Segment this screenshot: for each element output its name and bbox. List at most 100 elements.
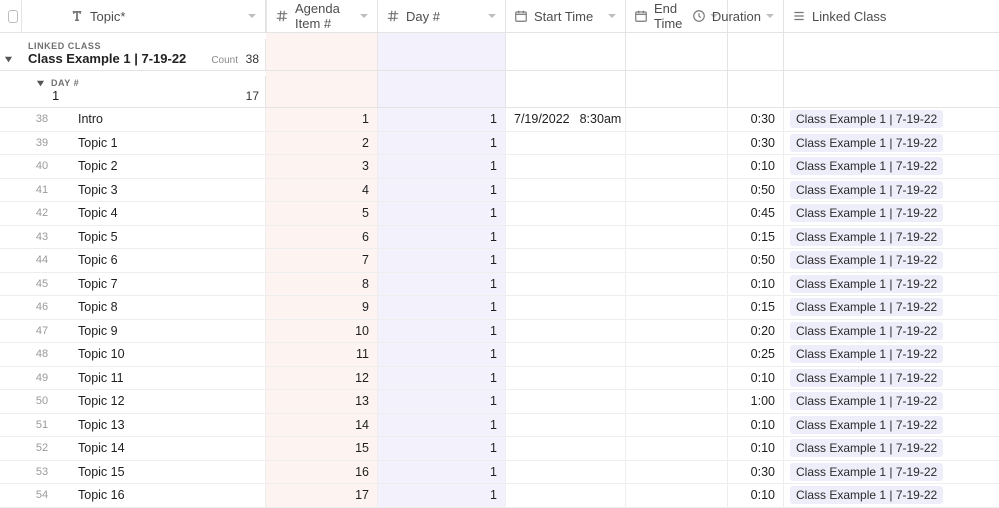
cell-topic[interactable]: Intro <box>62 108 266 131</box>
table-row[interactable]: 38Intro117/19/20228:30am0:30Class Exampl… <box>0 108 999 132</box>
cell-linked-class[interactable]: Class Example 1 | 7-19-22 <box>784 108 997 131</box>
cell-day[interactable]: 1 <box>378 155 506 178</box>
cell-linked-class[interactable]: Class Example 1 | 7-19-22 <box>784 296 997 319</box>
cell-day[interactable]: 1 <box>378 320 506 343</box>
cell-agenda-item[interactable]: 6 <box>266 226 378 249</box>
cell-topic[interactable]: Topic 15 <box>62 461 266 484</box>
cell-start-time[interactable] <box>506 296 626 319</box>
cell-topic[interactable]: Topic 5 <box>62 226 266 249</box>
cell-linked-class[interactable]: Class Example 1 | 7-19-22 <box>784 179 997 202</box>
table-row[interactable]: 50Topic 121311:00Class Example 1 | 7-19-… <box>0 390 999 414</box>
cell-end-time[interactable] <box>626 273 728 296</box>
cell-start-time[interactable] <box>506 179 626 202</box>
cell-agenda-item[interactable]: 17 <box>266 484 378 507</box>
cell-start-time[interactable] <box>506 390 626 413</box>
cell-day[interactable]: 1 <box>378 437 506 460</box>
table-row[interactable]: 45Topic 7810:10Class Example 1 | 7-19-22 <box>0 273 999 297</box>
cell-day[interactable]: 1 <box>378 296 506 319</box>
cell-end-time[interactable] <box>626 320 728 343</box>
cell-start-time[interactable] <box>506 484 626 507</box>
cell-duration[interactable]: 0:10 <box>728 367 784 390</box>
cell-start-time[interactable] <box>506 437 626 460</box>
table-row[interactable]: 52Topic 141510:10Class Example 1 | 7-19-… <box>0 437 999 461</box>
cell-topic[interactable]: Topic 13 <box>62 414 266 437</box>
cell-topic[interactable]: Topic 4 <box>62 202 266 225</box>
cell-linked-class[interactable]: Class Example 1 | 7-19-22 <box>784 484 997 507</box>
cell-end-time[interactable] <box>626 249 728 272</box>
cell-end-time[interactable] <box>626 108 728 131</box>
linked-class-chip[interactable]: Class Example 1 | 7-19-22 <box>790 204 943 222</box>
table-row[interactable]: 54Topic 161710:10Class Example 1 | 7-19-… <box>0 484 999 508</box>
cell-agenda-item[interactable]: 16 <box>266 461 378 484</box>
table-row[interactable]: 48Topic 101110:25Class Example 1 | 7-19-… <box>0 343 999 367</box>
cell-topic[interactable]: Topic 1 <box>62 132 266 155</box>
linked-class-chip[interactable]: Class Example 1 | 7-19-22 <box>790 157 943 175</box>
cell-linked-class[interactable]: Class Example 1 | 7-19-22 <box>784 414 997 437</box>
cell-duration[interactable]: 0:50 <box>728 179 784 202</box>
cell-start-time[interactable] <box>506 226 626 249</box>
linked-class-chip[interactable]: Class Example 1 | 7-19-22 <box>790 228 943 246</box>
cell-topic[interactable]: Topic 14 <box>62 437 266 460</box>
cell-duration[interactable]: 1:00 <box>728 390 784 413</box>
cell-agenda-item[interactable]: 8 <box>266 273 378 296</box>
linked-class-chip[interactable]: Class Example 1 | 7-19-22 <box>790 322 943 340</box>
cell-start-time[interactable] <box>506 249 626 272</box>
cell-duration[interactable]: 0:20 <box>728 320 784 343</box>
cell-linked-class[interactable]: Class Example 1 | 7-19-22 <box>784 390 997 413</box>
linked-class-chip[interactable]: Class Example 1 | 7-19-22 <box>790 298 943 316</box>
cell-linked-class[interactable]: Class Example 1 | 7-19-22 <box>784 226 997 249</box>
cell-duration[interactable]: 0:10 <box>728 484 784 507</box>
cell-agenda-item[interactable]: 9 <box>266 296 378 319</box>
cell-linked-class[interactable]: Class Example 1 | 7-19-22 <box>784 249 997 272</box>
cell-topic[interactable]: Topic 8 <box>62 296 266 319</box>
cell-agenda-item[interactable]: 1 <box>266 108 378 131</box>
cell-agenda-item[interactable]: 10 <box>266 320 378 343</box>
table-row[interactable]: 47Topic 91010:20Class Example 1 | 7-19-2… <box>0 320 999 344</box>
column-header-topic[interactable]: Topic* <box>62 0 266 32</box>
table-row[interactable]: 44Topic 6710:50Class Example 1 | 7-19-22 <box>0 249 999 273</box>
cell-topic[interactable]: Topic 11 <box>62 367 266 390</box>
cell-agenda-item[interactable]: 12 <box>266 367 378 390</box>
linked-class-chip[interactable]: Class Example 1 | 7-19-22 <box>790 345 943 363</box>
cell-linked-class[interactable]: Class Example 1 | 7-19-22 <box>784 132 997 155</box>
cell-day[interactable]: 1 <box>378 249 506 272</box>
linked-class-chip[interactable]: Class Example 1 | 7-19-22 <box>790 486 943 504</box>
column-header-day[interactable]: Day # <box>378 0 506 32</box>
cell-end-time[interactable] <box>626 484 728 507</box>
select-all-checkbox[interactable] <box>0 0 22 32</box>
table-row[interactable]: 46Topic 8910:15Class Example 1 | 7-19-22 <box>0 296 999 320</box>
table-row[interactable]: 51Topic 131410:10Class Example 1 | 7-19-… <box>0 414 999 438</box>
cell-day[interactable]: 1 <box>378 226 506 249</box>
column-header-agenda[interactable]: Agenda Item # <box>266 0 378 32</box>
cell-start-time[interactable] <box>506 202 626 225</box>
cell-day[interactable]: 1 <box>378 202 506 225</box>
cell-linked-class[interactable]: Class Example 1 | 7-19-22 <box>784 320 997 343</box>
column-header-duration[interactable]: Duration <box>728 0 784 32</box>
table-row[interactable]: 42Topic 4510:45Class Example 1 | 7-19-22 <box>0 202 999 226</box>
cell-duration[interactable]: 0:30 <box>728 461 784 484</box>
cell-day[interactable]: 1 <box>378 179 506 202</box>
cell-day[interactable]: 1 <box>378 414 506 437</box>
cell-end-time[interactable] <box>626 296 728 319</box>
cell-topic[interactable]: Topic 3 <box>62 179 266 202</box>
table-row[interactable]: 41Topic 3410:50Class Example 1 | 7-19-22 <box>0 179 999 203</box>
cell-start-time[interactable]: 7/19/20228:30am <box>506 108 626 131</box>
cell-end-time[interactable] <box>626 461 728 484</box>
cell-topic[interactable]: Topic 16 <box>62 484 266 507</box>
cell-agenda-item[interactable]: 2 <box>266 132 378 155</box>
cell-start-time[interactable] <box>506 320 626 343</box>
cell-linked-class[interactable]: Class Example 1 | 7-19-22 <box>784 155 997 178</box>
cell-linked-class[interactable]: Class Example 1 | 7-19-22 <box>784 343 997 366</box>
linked-class-chip[interactable]: Class Example 1 | 7-19-22 <box>790 439 943 457</box>
cell-linked-class[interactable]: Class Example 1 | 7-19-22 <box>784 461 997 484</box>
cell-topic[interactable]: Topic 9 <box>62 320 266 343</box>
cell-agenda-item[interactable]: 15 <box>266 437 378 460</box>
linked-class-chip[interactable]: Class Example 1 | 7-19-22 <box>790 110 943 128</box>
cell-end-time[interactable] <box>626 343 728 366</box>
cell-end-time[interactable] <box>626 179 728 202</box>
cell-duration[interactable]: 0:50 <box>728 249 784 272</box>
cell-end-time[interactable] <box>626 390 728 413</box>
cell-duration[interactable]: 0:30 <box>728 108 784 131</box>
cell-duration[interactable]: 0:10 <box>728 155 784 178</box>
cell-end-time[interactable] <box>626 202 728 225</box>
